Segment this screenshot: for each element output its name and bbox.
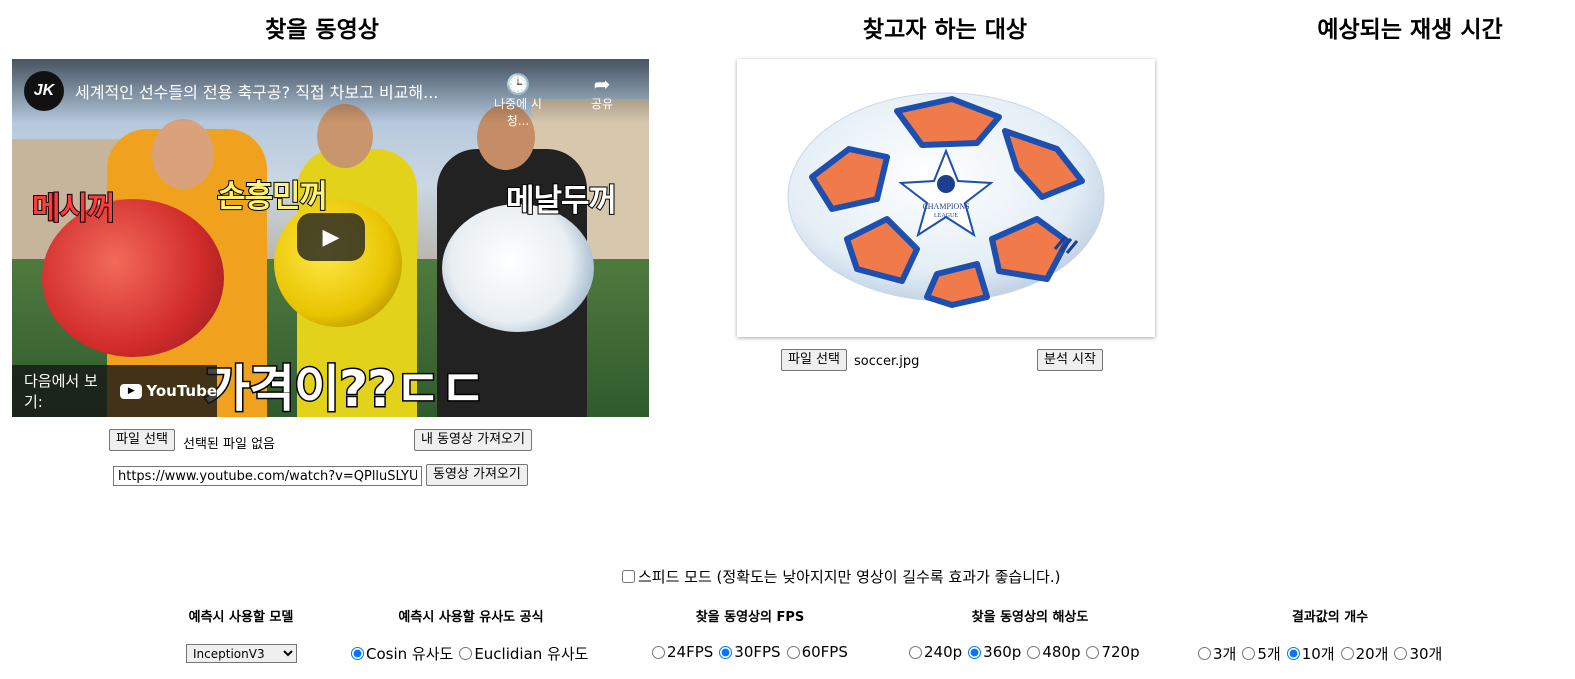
resolution-option-label: 720p xyxy=(1101,643,1140,661)
resolution-option[interactable]: 360p xyxy=(968,643,1021,661)
resolution-options: 240p 360p 480p 720p xyxy=(909,643,1146,661)
youtube-text: YouTube xyxy=(146,382,217,400)
play-icon: ▶ xyxy=(322,224,340,250)
fps-options: 24FPS 30FPS 60FPS xyxy=(652,643,854,661)
fps-radio[interactable] xyxy=(652,645,665,659)
fps-radio[interactable] xyxy=(786,645,800,659)
resolution-radio[interactable] xyxy=(1086,645,1100,659)
count-option[interactable]: 30개 xyxy=(1394,643,1442,664)
resolution-option[interactable]: 720p xyxy=(1086,643,1140,661)
analyze-button[interactable]: 분석 시작 xyxy=(1037,349,1103,371)
fps-title: 찾을 동영상의 FPS xyxy=(695,610,805,625)
similarity-option-label: Euclidian 유사도 xyxy=(474,645,589,663)
watch-later-label: 나중에 시청... xyxy=(494,97,542,128)
youtube-play-icon: ▶ xyxy=(120,383,143,399)
fps-radio[interactable] xyxy=(719,645,733,659)
video-player[interactable]: JK 세계적인 선수들의 전용 축구공? 직접 차보고 비교해... 🕒 나중에… xyxy=(12,59,649,417)
resolution-radio[interactable] xyxy=(968,645,982,659)
overlay-ronaldo: 메날두꺼 xyxy=(505,182,618,220)
white-ball xyxy=(442,204,594,332)
video-title[interactable]: 세계적인 선수들의 전용 축구공? 직접 차보고 비교해... xyxy=(75,79,485,103)
count-option[interactable]: 5개 xyxy=(1242,643,1281,664)
model-title: 예측시 사용할 모델 xyxy=(188,610,294,625)
share-icon: ➦ xyxy=(593,72,611,96)
resolution-radio[interactable] xyxy=(1027,645,1041,659)
watch-on-label: 다음에서 보기: xyxy=(24,372,98,411)
resolution-option[interactable]: 480p xyxy=(1027,643,1080,661)
resolution-option[interactable]: 240p xyxy=(909,643,962,661)
youtube-logo: ▶ YouTube xyxy=(120,382,217,400)
count-option[interactable]: 20개 xyxy=(1340,643,1389,664)
speed-mode-option[interactable]: 스피드 모드 (정확도는 낮아지지만 영상이 길수록 효과가 좋습니다.) xyxy=(622,566,1060,587)
count-option[interactable]: 3개 xyxy=(1198,643,1236,664)
similarity-option[interactable]: Cosin 유사도 xyxy=(351,643,453,664)
resolution-title: 찾을 동영상의 해상도 xyxy=(971,610,1089,625)
watch-later-button[interactable]: 🕒 나중에 시청... xyxy=(488,73,548,129)
count-title: 결과값의 개수 xyxy=(1291,610,1369,625)
video-file-button[interactable]: 파일 선택 xyxy=(109,429,175,451)
count-radio[interactable] xyxy=(1242,647,1256,660)
target-image: CHAMPIONS LEAGUE xyxy=(737,59,1155,337)
play-button[interactable]: ▶ xyxy=(297,213,365,261)
similarity-title: 예측시 사용할 유사도 공식 xyxy=(398,610,544,625)
video-header: 찾을 동영상 xyxy=(265,17,379,43)
share-label: 공유 xyxy=(590,97,614,111)
clock-icon: 🕒 xyxy=(505,72,531,96)
model-select[interactable]: InceptionV3 xyxy=(186,644,297,663)
count-option-label: 10개 xyxy=(1301,645,1335,663)
target-file-button[interactable]: 파일 선택 xyxy=(781,349,847,371)
watch-on-youtube[interactable]: 다음에서 보기: ▶ YouTube xyxy=(12,365,217,417)
youtube-url-input[interactable] xyxy=(113,466,422,486)
fps-option-label: 60FPS xyxy=(801,643,848,661)
overlay-son: 손흥민꺼 xyxy=(216,178,329,216)
resolution-option-label: 240p xyxy=(924,643,963,661)
time-header: 예상되는 재생 시간 xyxy=(1317,17,1503,43)
speed-mode-checkbox[interactable] xyxy=(622,570,635,583)
similarity-radio[interactable] xyxy=(351,647,364,660)
target-file-name: soccer.jpg xyxy=(854,354,920,369)
similarity-radio[interactable] xyxy=(459,647,473,660)
fps-option-label: 24FPS xyxy=(667,643,714,661)
resolution-option-label: 360p xyxy=(983,643,1022,661)
fps-option[interactable]: 24FPS xyxy=(652,643,713,661)
champions-league-ball: CHAMPIONS LEAGUE xyxy=(787,92,1105,308)
count-radio[interactable] xyxy=(1394,647,1408,660)
count-radio[interactable] xyxy=(1198,647,1211,660)
similarity-option[interactable]: Euclidian 유사도 xyxy=(459,643,588,664)
fetch-video-button[interactable]: 동영상 가져오기 xyxy=(426,464,528,486)
person-head xyxy=(152,119,214,189)
similarity-option-label: Cosin 유사도 xyxy=(366,645,454,663)
overlay-messi: 메시꺼 xyxy=(31,190,117,228)
count-option[interactable]: 10개 xyxy=(1286,643,1335,664)
fps-option[interactable]: 60FPS xyxy=(786,643,848,661)
count-radio[interactable] xyxy=(1340,647,1354,660)
count-options: 3개 5개 10개 20개 30개 xyxy=(1198,643,1448,664)
count-option-label: 20개 xyxy=(1355,645,1389,663)
target-header: 찾고자 하는 대상 xyxy=(862,17,1028,43)
ball-text-champions: CHAMPIONS xyxy=(922,202,969,211)
count-radio[interactable] xyxy=(1286,647,1300,660)
speed-mode-label: 스피드 모드 (정확도는 낮아지지만 영상이 길수록 효과가 좋습니다.) xyxy=(638,568,1061,586)
ball-text-league: LEAGUE xyxy=(934,213,958,219)
overlay-price: 가격이??ㄷㄷ xyxy=(202,359,487,418)
fps-option[interactable]: 30FPS xyxy=(719,643,781,661)
fps-option-label: 30FPS xyxy=(734,643,781,661)
my-video-button[interactable]: 내 동영상 가져오기 xyxy=(414,429,532,451)
similarity-options: Cosin 유사도 Euclidian 유사도 xyxy=(351,643,594,664)
count-option-label: 3개 xyxy=(1213,645,1237,663)
resolution-radio[interactable] xyxy=(909,645,922,659)
count-option-label: 5개 xyxy=(1257,645,1281,663)
resolution-option-label: 480p xyxy=(1042,643,1081,661)
video-file-status: 선택된 파일 없음 xyxy=(183,437,275,452)
count-option-label: 30개 xyxy=(1409,645,1443,663)
channel-logo[interactable]: JK xyxy=(24,71,64,111)
share-button[interactable]: ➦ 공유 xyxy=(572,73,632,112)
